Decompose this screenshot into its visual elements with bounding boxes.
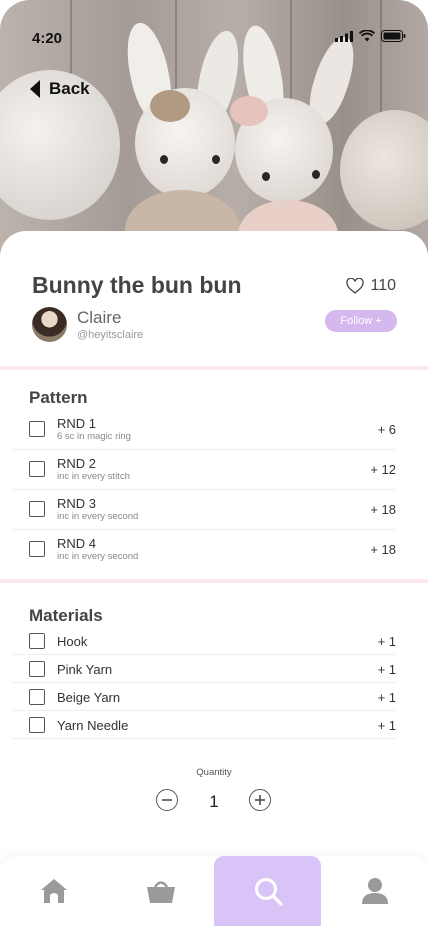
home-icon [40, 879, 67, 903]
row-count: + 18 [370, 542, 396, 557]
profile-icon [361, 878, 388, 904]
material-row: Beige Yarn + 1 [12, 683, 396, 711]
quantity-label: Quantity [196, 767, 232, 778]
row-sublabel: inc in every stitch [57, 471, 130, 482]
row-count: + 12 [370, 462, 396, 477]
bunny-eye [212, 155, 220, 164]
author-name[interactable]: Claire [77, 308, 121, 328]
pattern-heading: Pattern [29, 388, 88, 407]
row-label: RND 3 [57, 496, 97, 511]
bunny-eye [262, 172, 270, 181]
nav-search[interactable] [214, 856, 321, 926]
row-checkbox[interactable] [29, 717, 45, 733]
bunny-eye [160, 155, 168, 164]
signal-icon [335, 30, 353, 42]
pattern-row: RND 1 6 sc in magic ring + 6 [12, 410, 396, 450]
section-divider [0, 366, 428, 370]
row-checkbox[interactable] [29, 541, 45, 557]
follow-button[interactable]: Follow + [325, 310, 397, 332]
yarn-ball [340, 110, 428, 230]
author-handle: @heyitsclaire [77, 329, 144, 341]
row-checkbox[interactable] [29, 461, 45, 477]
back-arrow-icon [30, 80, 40, 98]
row-count: + 1 [377, 718, 396, 733]
row-checkbox[interactable] [29, 689, 45, 705]
materials-heading: Materials [29, 606, 103, 625]
bunny-bow [230, 96, 268, 126]
row-checkbox[interactable] [29, 421, 45, 437]
likes-count: 110 [370, 277, 396, 294]
quantity-value: 1 [209, 792, 219, 811]
material-row: Yarn Needle + 1 [12, 711, 396, 739]
row-label: RND 4 [57, 536, 97, 551]
row-checkbox[interactable] [29, 501, 45, 517]
section-divider [0, 579, 428, 583]
pattern-row: RND 3 inc in every second + 18 [12, 490, 396, 530]
row-label: Pink Yarn [57, 662, 113, 677]
row-count: + 1 [377, 662, 396, 677]
pattern-row: RND 4 inc in every second + 18 [12, 530, 396, 569]
nav-profile[interactable] [321, 856, 428, 926]
wifi-icon [359, 30, 375, 42]
row-sublabel: inc in every second [57, 511, 139, 522]
row-sublabel: 6 sc in magic ring [57, 431, 131, 442]
bunny-bow [150, 90, 190, 122]
back-label: Back [49, 79, 90, 98]
row-label: RND 1 [57, 416, 97, 431]
plus-icon [255, 795, 265, 805]
row-count: + 6 [377, 422, 396, 437]
avatar[interactable] [32, 307, 67, 342]
increase-button[interactable] [249, 789, 271, 811]
status-time: 4:20 [32, 30, 63, 47]
nav-home[interactable] [0, 856, 107, 926]
row-label: Beige Yarn [57, 690, 121, 705]
like-button[interactable]: 110 [346, 277, 396, 295]
row-count: + 1 [377, 690, 396, 705]
pattern-row: RND 2 inc in every stitch + 12 [12, 450, 396, 490]
material-row: Pink Yarn + 1 [12, 655, 396, 683]
battery-icon [381, 30, 406, 42]
row-label: Hook [57, 634, 88, 649]
row-label: Yarn Needle [57, 718, 129, 733]
basket-icon [146, 881, 175, 903]
row-checkbox[interactable] [29, 661, 45, 677]
bottom-nav [0, 856, 428, 926]
row-label: RND 2 [57, 456, 97, 471]
row-checkbox[interactable] [29, 633, 45, 649]
status-bar: 4:20 [0, 0, 428, 60]
back-button[interactable]: Back [30, 79, 90, 99]
row-sublabel: inc in every second [57, 551, 139, 562]
row-count: + 18 [370, 502, 396, 517]
pattern-title: Bunny the bun bun [32, 272, 242, 298]
search-icon [254, 878, 283, 906]
status-icons [335, 30, 406, 42]
bunny-eye [312, 170, 320, 179]
row-count: + 1 [377, 634, 396, 649]
material-row: Hook + 1 [12, 627, 396, 655]
nav-shop[interactable] [107, 856, 214, 926]
heart-icon [346, 278, 365, 294]
